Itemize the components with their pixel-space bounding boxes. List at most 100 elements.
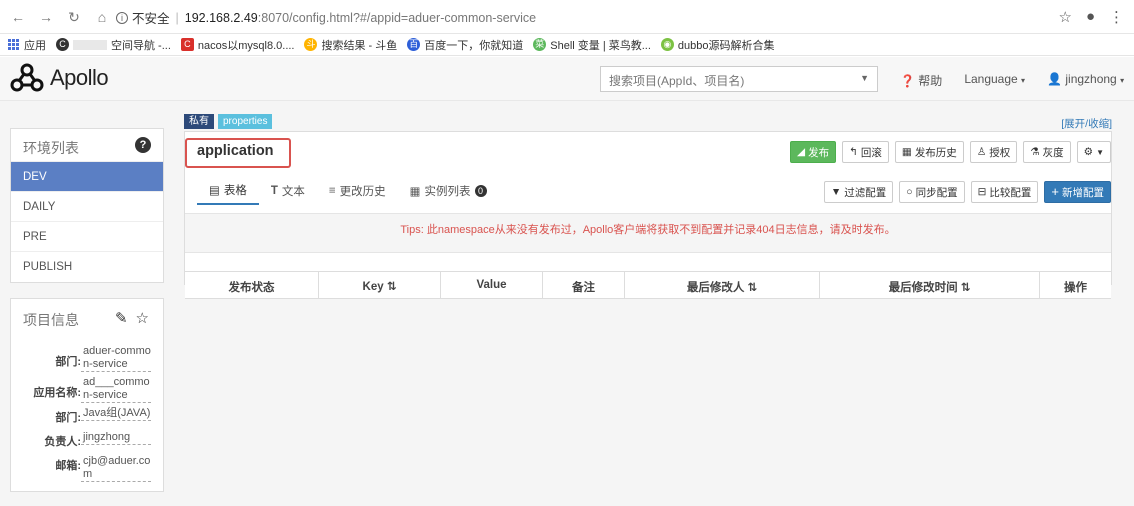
column-header-modified-time[interactable]: 最后修改时间 ⇅ <box>820 272 1040 298</box>
reload-icon[interactable]: ↻ <box>66 9 82 25</box>
user-icon: ♙ <box>976 146 987 158</box>
tab-table[interactable]: ▤ 表格 <box>197 182 259 205</box>
baidu-icon: 百 <box>407 38 421 51</box>
column-header-value: Value <box>441 272 543 298</box>
column-header-modifier[interactable]: 最后修改人 ⇅ <box>625 272 820 298</box>
question-icon[interactable]: ? <box>135 137 151 153</box>
env-item-publish[interactable]: PUBLISH <box>11 252 163 282</box>
env-list-header: 环境列表 ? <box>11 129 163 162</box>
info-row-dept: 部门: aduer-common-service <box>55 345 151 372</box>
info-row-dept-java: 部门: Java组(JAVA) <box>55 407 151 424</box>
forward-arrow-icon[interactable]: → <box>38 9 54 25</box>
filter-icon: ▼ <box>830 186 842 198</box>
plus-icon: + <box>1051 184 1059 199</box>
star-icon[interactable]: ☆ <box>136 309 149 327</box>
redacted-text <box>73 39 107 50</box>
bookmark-runoob[interactable]: 菜 Shell 变量 | 菜鸟教... <box>533 37 651 53</box>
env-list-panel: 环境列表 ? DEV DAILY PRE PUBLISH <box>10 128 164 283</box>
rollback-icon: ↰ <box>849 146 858 158</box>
search-placeholder: 搜索项目(AppId、项目名) <box>609 74 745 88</box>
sync-config-button[interactable]: ○ 同步配置 <box>899 181 965 203</box>
env-item-pre[interactable]: PRE <box>11 222 163 252</box>
language-dropdown[interactable]: Language ▾ <box>964 72 1025 89</box>
site-icon: C <box>56 38 69 51</box>
star-icon[interactable]: ☆ <box>1058 8 1071 26</box>
config-table-header: 发布状态 Key ⇅ Value 备注 最后修改人 ⇅ 最后修改时间 ⇅ 操作 <box>185 271 1111 299</box>
account-icon[interactable]: ● <box>1086 8 1095 26</box>
send-icon: ◢ <box>797 146 806 158</box>
compare-config-button[interactable]: ⊟ 比较配置 <box>970 181 1039 203</box>
format-tag: properties <box>218 114 273 129</box>
column-header-key[interactable]: Key ⇅ <box>319 272 441 298</box>
gray-release-button[interactable]: ⚗ 灰度 <box>1023 141 1071 163</box>
tips-text: Tips: 此namespace从来没有发布过，Apollo客户端将获取不到配置… <box>400 224 896 236</box>
settings-dropdown-button[interactable]: ⚙ ▼ <box>1076 141 1111 163</box>
column-header-actions: 操作 <box>1064 282 1087 294</box>
namespace-title: application <box>197 143 274 159</box>
apps-grid-icon <box>8 38 20 51</box>
bookmark-dubbo[interactable]: ◉ dubbo源码解析合集 <box>660 37 775 53</box>
address-bar[interactable]: i 不安全 | 192.168.2.49:8070/config.html?#/… <box>116 8 536 27</box>
info-row-owner: 负责人: jingzhong <box>19 431 151 449</box>
namespace-area: 私有 properties [展开/收缩] application ◢ 发布 ↰ 回… <box>184 114 1112 299</box>
rollback-button[interactable]: ↰ 回滚 <box>842 141 889 163</box>
tips-banner: Tips: 此namespace从来没有发布过，Apollo客户端将获取不到配置… <box>185 213 1111 253</box>
table-icon: ▤ <box>209 185 220 197</box>
home-icon[interactable]: ⌂ <box>94 9 110 25</box>
menu-icon[interactable]: ⋮ <box>1109 8 1124 26</box>
info-icon[interactable]: i <box>116 11 128 24</box>
url-host: 192.168.2.49 <box>184 10 258 25</box>
bookmark-nacos[interactable]: C nacos以mysql8.0.... <box>180 37 294 53</box>
sort-icon: ⇅ <box>960 282 971 294</box>
project-info-panel: 项目信息 ✎ ☆ 部门: aduer-common-service 应用名称: … <box>10 298 164 492</box>
url-path: :8070/config.html?#/appid=aduer-common-s… <box>257 10 537 25</box>
douyu-icon: 斗 <box>304 38 318 51</box>
bookmark-apps[interactable]: 应用 <box>8 37 46 53</box>
info-row-app-name: 应用名称: ad___common-service <box>33 376 151 403</box>
info-row-email: 邮箱: cjb@aduer.com <box>55 455 151 482</box>
bookmark-baidu[interactable]: 百 百度一下，你就知道 <box>407 37 523 53</box>
apollo-logo[interactable]: Apollo <box>10 63 109 93</box>
grid-icon: ▦ <box>409 186 421 198</box>
back-arrow-icon[interactable]: ← <box>10 9 26 25</box>
column-header-comment: 备注 <box>543 272 625 298</box>
chat-bubble-icon: ◉ <box>660 38 674 51</box>
compare-icon: ⊟ <box>977 186 987 198</box>
caret-down-icon: ▼ <box>860 73 869 83</box>
instance-count-badge: 0 <box>474 185 487 197</box>
project-search-input[interactable]: 搜索项目(AppId、项目名) ▼ <box>600 66 878 92</box>
help-link[interactable]: ❓ 帮助 <box>900 72 942 89</box>
edit-icon[interactable]: ✎ <box>115 309 128 327</box>
authorize-button[interactable]: ♙ 授权 <box>969 141 1018 163</box>
list-icon: ≡ <box>328 185 336 197</box>
user-menu[interactable]: 👤 jingzhong ▾ <box>1047 72 1124 89</box>
csdn-icon: C <box>180 38 194 51</box>
runoob-icon: 菜 <box>533 38 547 51</box>
apollo-logo-icon <box>10 63 44 92</box>
private-tag: 私有 <box>184 114 214 129</box>
filter-config-button[interactable]: ▼ 过滤配置 <box>823 181 894 203</box>
bookmark-douyu[interactable]: 斗 搜索结果 - 斗鱼 <box>304 37 397 53</box>
question-circle-icon: ❓ <box>900 74 915 88</box>
expand-collapse-link[interactable]: [展开/收缩] <box>1061 116 1112 131</box>
publish-history-button[interactable]: ▦ 发布历史 <box>894 141 964 163</box>
security-label: 不安全 <box>132 12 170 26</box>
caret-down-icon: ▼ <box>1096 147 1104 157</box>
bookmark-space-nav[interactable]: C 空间导航 -... <box>56 37 171 53</box>
calendar-icon: ▦ <box>901 146 912 158</box>
logo-text: Apollo <box>50 65 109 90</box>
env-item-daily[interactable]: DAILY <box>11 192 163 222</box>
add-config-button[interactable]: + 新增配置 <box>1044 181 1111 203</box>
namespace-tabs: ▤ 表格 T 文本 ≡ 更改历史 ▦ 实例列表 0 <box>197 182 499 205</box>
tab-change-history[interactable]: ≡ 更改历史 <box>317 182 398 205</box>
sync-icon: ○ <box>906 186 913 198</box>
app-header: Apollo 搜索项目(AppId、项目名) ▼ ❓ 帮助 Language ▾… <box>0 57 1134 101</box>
user-icon: 👤 <box>1047 72 1063 86</box>
env-item-dev[interactable]: DEV <box>11 162 163 192</box>
flask-icon: ⚗ <box>1030 146 1040 158</box>
tab-text[interactable]: T 文本 <box>259 182 317 205</box>
publish-button[interactable]: ◢ 发布 <box>790 141 837 163</box>
sort-icon: ⇅ <box>386 281 397 293</box>
column-header-status: 发布状态 <box>185 272 319 298</box>
tab-instances[interactable]: ▦ 实例列表 0 <box>398 182 499 205</box>
